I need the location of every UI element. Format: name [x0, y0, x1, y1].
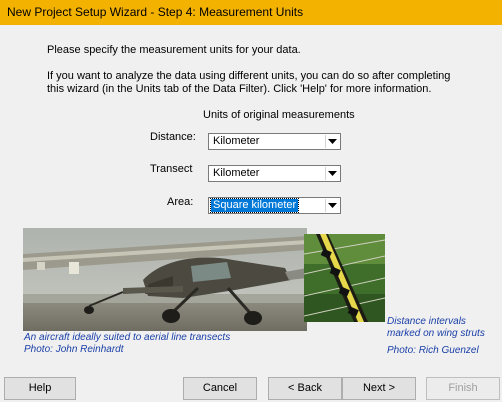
intro-line-3: this wizard (in the Units tab of the Dat… [47, 83, 432, 95]
strut-caption-line-1: Distance intervals [387, 316, 466, 327]
cancel-button[interactable]: Cancel [183, 377, 257, 400]
area-units-value: Square kilometer [209, 198, 300, 213]
dropdown-arrow-icon[interactable] [325, 135, 339, 148]
title-bar: New Project Setup Wizard - Step 4: Measu… [0, 0, 502, 25]
transect-units-select[interactable]: Kilometer [208, 165, 341, 182]
window-title: New Project Setup Wizard - Step 4: Measu… [7, 5, 304, 19]
back-button[interactable]: < Back [268, 377, 342, 400]
distance-units-value: Kilometer [213, 135, 260, 147]
finish-button[interactable]: Finish [426, 377, 500, 400]
area-label: Area: [167, 196, 194, 208]
aircraft-photo [23, 228, 307, 331]
wing-strut-photo [304, 234, 385, 322]
help-button[interactable]: Help [4, 377, 76, 400]
transect-label: Transect [150, 163, 193, 175]
dropdown-arrow-icon[interactable] [325, 167, 339, 180]
next-button[interactable]: Next > [342, 377, 416, 400]
transect-units-value: Kilometer [213, 167, 260, 179]
aircraft-caption-line-2: Photo: John Reinhardt [24, 344, 124, 355]
distance-label: Distance: [150, 131, 196, 143]
aircraft-caption-line-1: An aircraft ideally suited to aerial lin… [24, 332, 231, 343]
units-heading: Units of original measurements [203, 109, 355, 121]
strut-caption-line-3: Photo: Rich Guenzel [387, 345, 479, 356]
area-units-select[interactable]: Square kilometer [208, 197, 341, 214]
dropdown-arrow-icon[interactable] [325, 199, 339, 212]
distance-units-select[interactable]: Kilometer [208, 133, 341, 150]
intro-line-1: Please specify the measurement units for… [47, 44, 301, 56]
strut-caption-line-2: marked on wing struts [387, 328, 485, 339]
intro-line-2: If you want to analyze the data using di… [47, 70, 451, 82]
